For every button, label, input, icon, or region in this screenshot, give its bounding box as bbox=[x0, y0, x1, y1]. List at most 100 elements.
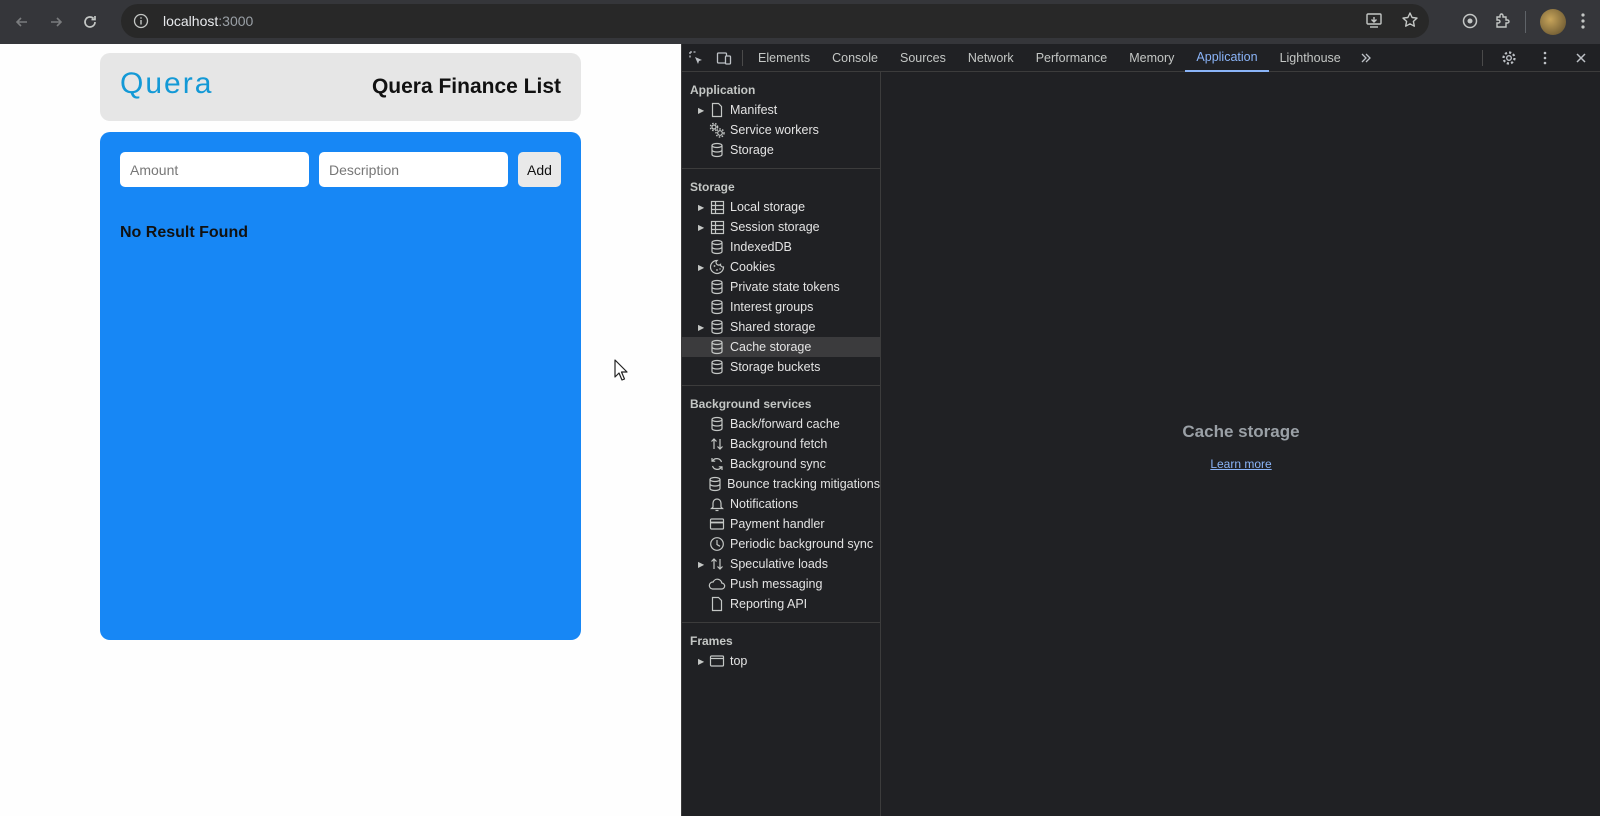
sidebar-section-application: Application ▶ Manifest Service workers Stora… bbox=[682, 72, 880, 169]
sidebar-item-speculative-loads[interactable]: ▶ Speculative loads bbox=[682, 554, 880, 574]
quera-logo: Quera bbox=[120, 67, 214, 100]
sidebar-item-interest-groups[interactable]: Interest groups bbox=[682, 297, 880, 317]
expand-triangle-icon[interactable]: ▶ bbox=[698, 263, 708, 272]
devtools-tabbar: Elements Console Sources Network Perform… bbox=[682, 44, 1600, 72]
sidebar-item-label: IndexedDB bbox=[730, 240, 792, 254]
bell-icon bbox=[708, 496, 726, 512]
sidebar-item-push-messaging[interactable]: Push messaging bbox=[682, 574, 880, 594]
sidebar-item-label: Bounce tracking mitigations bbox=[727, 477, 880, 491]
gears-icon bbox=[708, 122, 726, 138]
sidebar-item-label: Back/forward cache bbox=[730, 417, 840, 431]
database-icon bbox=[708, 299, 726, 315]
sidebar-item-top[interactable]: ▶ top bbox=[682, 651, 880, 671]
reload-button[interactable] bbox=[73, 5, 107, 39]
database-icon bbox=[708, 279, 726, 295]
tab-performance[interactable]: Performance bbox=[1025, 44, 1119, 72]
forward-button[interactable] bbox=[39, 5, 73, 39]
sidebar-item-label: Storage bbox=[730, 143, 774, 157]
profile-avatar[interactable] bbox=[1540, 9, 1566, 35]
device-toolbar-icon[interactable] bbox=[710, 44, 738, 72]
sidebar-item-label: Private state tokens bbox=[730, 280, 840, 294]
lens-icon[interactable] bbox=[1461, 12, 1479, 33]
sidebar-item-storage-buckets[interactable]: Storage buckets bbox=[682, 357, 880, 377]
settings-gear-icon[interactable] bbox=[1495, 44, 1523, 72]
sidebar-item-label: Background fetch bbox=[730, 437, 828, 451]
page-title: Quera Finance List bbox=[371, 75, 561, 98]
cookie-icon bbox=[708, 259, 726, 275]
devtools-menu-icon[interactable] bbox=[1531, 44, 1559, 72]
application-sidebar: Application ▶ Manifest Service workers Stora… bbox=[682, 72, 881, 816]
menu-kebab-icon[interactable] bbox=[1580, 12, 1586, 33]
database-icon bbox=[708, 239, 726, 255]
sidebar-item-local-storage[interactable]: ▶ Local storage bbox=[682, 197, 880, 217]
amount-input[interactable] bbox=[120, 152, 309, 187]
sidebar-item-notifications[interactable]: Notifications bbox=[682, 494, 880, 514]
cloud-icon bbox=[708, 576, 726, 592]
url-port: :3000 bbox=[218, 13, 254, 29]
expand-triangle-icon[interactable]: ▶ bbox=[698, 657, 708, 666]
expand-triangle-icon[interactable]: ▶ bbox=[698, 323, 708, 332]
sidebar-item-label: Shared storage bbox=[730, 320, 816, 334]
sidebar-item-background-sync[interactable]: Background sync bbox=[682, 454, 880, 474]
sidebar-item-bounce-tracking-mitigations[interactable]: Bounce tracking mitigations bbox=[682, 474, 880, 494]
table-icon bbox=[708, 199, 726, 215]
sidebar-item-session-storage[interactable]: ▶ Session storage bbox=[682, 217, 880, 237]
sidebar-item-payment-handler[interactable]: Payment handler bbox=[682, 514, 880, 534]
add-button[interactable]: Add bbox=[518, 152, 561, 187]
learn-more-link[interactable]: Learn more bbox=[881, 457, 1600, 471]
tab-lighthouse[interactable]: Lighthouse bbox=[1269, 44, 1352, 72]
sidebar-item-indexeddb[interactable]: IndexedDB bbox=[682, 237, 880, 257]
file-icon bbox=[708, 102, 726, 118]
extensions-icon[interactable] bbox=[1493, 12, 1511, 33]
view-title: Cache storage bbox=[1182, 422, 1300, 441]
tab-network[interactable]: Network bbox=[957, 44, 1025, 72]
sidebar-item-label: Cookies bbox=[730, 260, 776, 274]
sync-icon bbox=[708, 456, 726, 472]
tab-console[interactable]: Console bbox=[821, 44, 889, 72]
sidebar-item-private-state-tokens[interactable]: Private state tokens bbox=[682, 277, 880, 297]
install-app-icon[interactable] bbox=[1365, 11, 1383, 32]
address-bar[interactable]: localhost:3000 bbox=[121, 4, 1429, 38]
arrow-right-icon bbox=[51, 17, 63, 27]
sidebar-item-manifest[interactable]: ▶ Manifest bbox=[682, 100, 880, 120]
expand-triangle-icon[interactable]: ▶ bbox=[698, 560, 708, 569]
sidebar-item-shared-storage[interactable]: ▶ Shared storage bbox=[682, 317, 880, 337]
tab-application[interactable]: Application bbox=[1185, 44, 1269, 72]
sidebar-item-label: top bbox=[730, 654, 748, 668]
description-input[interactable] bbox=[319, 152, 508, 187]
sidebar-item-label: Speculative loads bbox=[730, 557, 828, 571]
close-devtools-icon[interactable] bbox=[1567, 44, 1595, 72]
reload-icon bbox=[84, 16, 96, 28]
sidebar-item-label: Service workers bbox=[730, 123, 819, 137]
tab-elements[interactable]: Elements bbox=[747, 44, 821, 72]
expand-triangle-icon[interactable]: ▶ bbox=[698, 203, 708, 212]
sidebar-item-periodic-background-sync[interactable]: Periodic background sync bbox=[682, 534, 880, 554]
inspect-element-icon[interactable] bbox=[682, 44, 710, 72]
sidebar-item-storage[interactable]: Storage bbox=[682, 140, 880, 160]
site-info-icon[interactable] bbox=[131, 11, 151, 31]
finance-panel: Add No Result Found bbox=[100, 132, 581, 640]
database-icon bbox=[708, 359, 726, 375]
sidebar-item-service-workers[interactable]: Service workers bbox=[682, 120, 880, 140]
sidebar-item-label: Manifest bbox=[730, 103, 778, 117]
bookmark-star-icon[interactable] bbox=[1401, 11, 1419, 32]
updown-arrows-icon bbox=[708, 436, 726, 452]
url-host: localhost bbox=[163, 13, 219, 29]
expand-triangle-icon[interactable]: ▶ bbox=[698, 223, 708, 232]
section-title: Application bbox=[690, 83, 756, 97]
sidebar-item-cache-storage[interactable]: Cache storage bbox=[682, 337, 880, 357]
tab-sources[interactable]: Sources bbox=[889, 44, 957, 72]
section-title: Frames bbox=[690, 634, 733, 648]
more-tabs-chevron-icon[interactable] bbox=[1352, 44, 1380, 72]
expand-triangle-icon[interactable]: ▶ bbox=[698, 106, 708, 115]
back-button[interactable] bbox=[5, 5, 39, 39]
clock-icon bbox=[708, 536, 726, 552]
table-icon bbox=[708, 219, 726, 235]
sidebar-item-reporting-api[interactable]: Reporting API bbox=[682, 594, 880, 614]
url-text: localhost:3000 bbox=[163, 13, 253, 29]
sidebar-item-back-forward-cache[interactable]: Back/forward cache bbox=[682, 414, 880, 434]
sidebar-item-cookies[interactable]: ▶ Cookies bbox=[682, 257, 880, 277]
sidebar-section-storage: Storage ▶ Local storage ▶ Session storage Ind… bbox=[682, 169, 880, 386]
sidebar-item-background-fetch[interactable]: Background fetch bbox=[682, 434, 880, 454]
tab-memory[interactable]: Memory bbox=[1118, 44, 1185, 72]
